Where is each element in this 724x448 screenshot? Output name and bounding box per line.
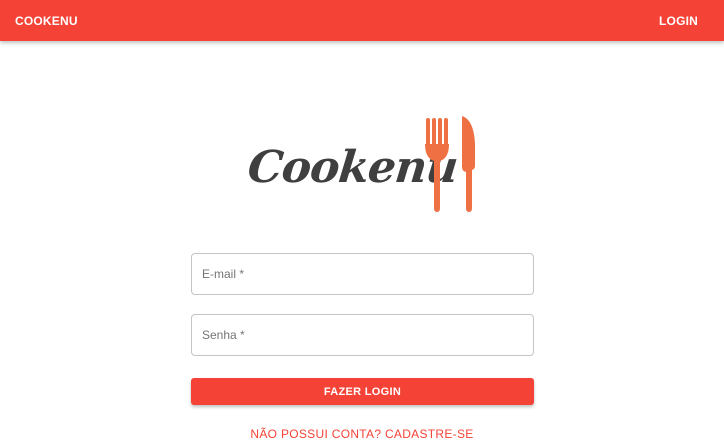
brand-button[interactable]: COOKENU [15,14,78,28]
password-input[interactable] [192,315,533,355]
fork-knife-icon [425,116,475,212]
password-field[interactable] [191,314,534,356]
login-submit-button[interactable]: FAZER LOGIN [191,378,534,405]
app-bar: COOKENU LOGIN [0,0,724,41]
email-field[interactable] [191,253,534,295]
login-button[interactable]: LOGIN [659,14,698,28]
signup-link[interactable]: NÃO POSSUI CONTA? CADASTRE-SE [0,427,724,441]
email-input[interactable] [192,254,533,294]
cookenu-logo: Cookenu [245,114,478,216]
